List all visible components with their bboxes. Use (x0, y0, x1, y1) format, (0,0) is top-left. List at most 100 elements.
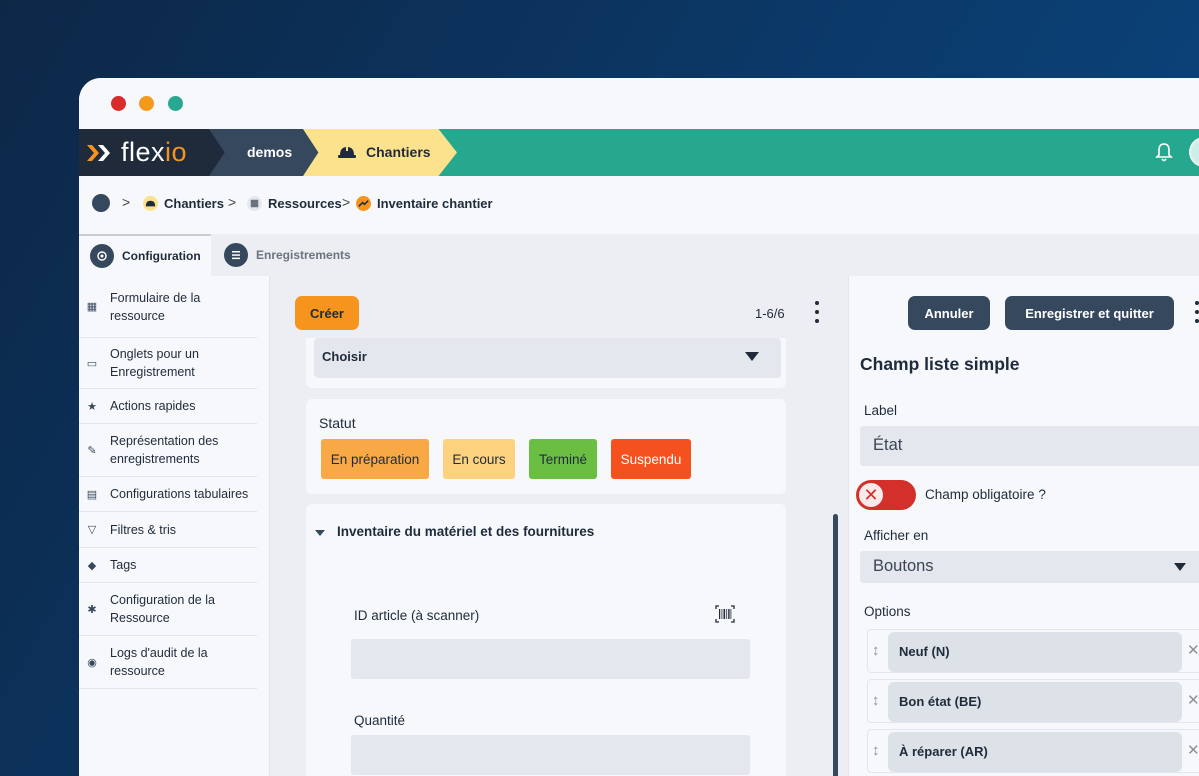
breadcrumb: > Chantiers > Ressources > Inventaire ch… (79, 176, 1199, 234)
option-row: ↕ Neuf (N) ✕ (867, 629, 1199, 673)
minimize-window-dot[interactable] (139, 96, 154, 111)
sidebar-item-filtres[interactable]: ▽ Filtres & tris (79, 512, 257, 548)
quantite-input[interactable] (351, 735, 750, 775)
sidebar-item-onglets[interactable]: ▭ Onglets pour un Enregistrement (79, 338, 257, 389)
maximize-window-dot[interactable] (168, 96, 183, 111)
display-field-label: Afficher en (864, 528, 929, 543)
statut-label: Statut (319, 415, 356, 431)
choice-select[interactable]: Choisir (314, 338, 781, 378)
cancel-button[interactable]: Annuler (908, 296, 990, 330)
logo-chevrons-icon (87, 145, 110, 161)
home-icon[interactable] (92, 194, 110, 212)
more-options-icon[interactable] (813, 301, 821, 323)
filter-icon: ▽ (87, 524, 97, 536)
breadcrumb-ressources[interactable]: Ressources (247, 196, 342, 211)
label-input-value: État (873, 436, 903, 454)
tag-icon: ◆ (87, 559, 97, 572)
sidebar-item-configuration-ressource[interactable]: ✱ Configuration de la Ressource (79, 583, 257, 636)
remove-option-icon[interactable]: ✕ (1187, 641, 1199, 659)
field-settings-panel: Annuler Enregistrer et quitter Champ lis… (848, 276, 1199, 776)
breadcrumb-separator: > (122, 194, 131, 210)
field-label-id-article: ID article (à scanner) (354, 608, 480, 623)
document-icon: ▤ (86, 488, 98, 501)
hard-hat-icon (338, 146, 356, 158)
option-row: ↕ Bon état (BE) ✕ (867, 679, 1199, 723)
bell-icon[interactable] (1154, 141, 1174, 163)
required-toggle[interactable]: ✕ (856, 480, 916, 510)
breadcrumb-separator: > (342, 194, 351, 210)
breadcrumb-chantiers[interactable]: Chantiers (143, 196, 224, 211)
select-card: Choisir (306, 338, 786, 388)
sidebar-item-tags[interactable]: ◆ Tags (79, 548, 257, 583)
remove-option-icon[interactable]: ✕ (1187, 691, 1199, 709)
flexio-logo[interactable]: flexio (79, 129, 229, 176)
option-value[interactable]: Bon état (BE) (888, 682, 1182, 722)
status-option-suspendu[interactable]: Suspendu (611, 439, 691, 479)
logo-text-accent: io (165, 137, 188, 167)
option-value[interactable]: À réparer (AR) (888, 732, 1182, 772)
table-icon: ▦ (86, 301, 98, 313)
close-icon: ✕ (857, 481, 885, 509)
pencil-icon: ✎ (87, 444, 97, 457)
sidebar-item-actions-rapides[interactable]: ★ Actions rapides (79, 389, 257, 424)
breadcrumb-inventaire[interactable]: Inventaire chantier (356, 196, 493, 211)
id-article-input[interactable] (351, 639, 750, 679)
drag-handle-icon[interactable]: ↕ (872, 642, 880, 659)
barcode-icon[interactable] (715, 605, 735, 623)
status-option-en-cours[interactable]: En cours (443, 439, 515, 479)
create-button[interactable]: Créer (295, 296, 359, 330)
option-label: Neuf (N) (899, 644, 950, 659)
sidebar-item-logs-audit[interactable]: ◉ Logs d'audit de la ressource (79, 636, 257, 689)
app-crumb[interactable]: Chantiers (303, 129, 457, 176)
app-label: Chantiers (366, 144, 431, 160)
section-title: Inventaire du matériel et des fourniture… (337, 524, 595, 539)
tab-bar: Configuration Enregistrements (79, 234, 1199, 276)
status-option-en-preparation[interactable]: En préparation (321, 439, 429, 479)
tab-enregistrements[interactable]: Enregistrements (224, 234, 351, 276)
option-value[interactable]: Neuf (N) (888, 632, 1182, 672)
sidebar-item-configurations-tabulaires[interactable]: ▤ Configurations tabulaires (79, 477, 257, 512)
field-label-quantite: Quantité (354, 713, 406, 728)
gear-icon (90, 244, 114, 268)
breadcrumb-label: Chantiers (164, 196, 224, 211)
display-mode-select[interactable]: Boutons (860, 551, 1199, 583)
hard-hat-icon (143, 196, 158, 211)
breadcrumb-label: Ressources (268, 196, 342, 211)
resources-icon (247, 196, 262, 211)
sidebar-item-label: Configurations tabulaires (110, 487, 249, 501)
tab-configuration[interactable]: Configuration (79, 234, 211, 276)
statut-card: Statut En préparation En cours Terminé S… (306, 399, 786, 494)
config-sidebar: ▦ Formulaire de la ressource ▭ Onglets p… (79, 276, 270, 776)
label-input[interactable]: État (860, 426, 1199, 466)
tab-label: Enregistrements (256, 248, 351, 262)
vertical-scrollbar[interactable] (833, 514, 838, 776)
workspace-crumb[interactable]: demos (209, 129, 321, 176)
sidebar-item-label: Tags (110, 558, 137, 572)
pagination-count: 1-6/6 (755, 306, 785, 321)
label-field-label: Label (864, 403, 898, 418)
app-window: flexio demos Chantiers > Chantiers > Res… (79, 78, 1199, 776)
drag-handle-icon[interactable]: ↕ (872, 742, 880, 759)
collapse-triangle-icon[interactable] (315, 530, 325, 536)
window-titlebar (79, 78, 1199, 129)
sidebar-item-formulaire[interactable]: ▦ Formulaire de la ressource (79, 276, 257, 338)
sidebar-item-label: Représentation des enregistrements (110, 434, 219, 466)
save-and-quit-button[interactable]: Enregistrer et quitter (1005, 296, 1174, 330)
form-builder-panel: Créer 1-6/6 Choisir Statut En préparatio… (270, 276, 848, 776)
close-window-dot[interactable] (111, 96, 126, 111)
required-toggle-label: Champ obligatoire ? (925, 487, 1046, 502)
option-label: À réparer (AR) (899, 744, 988, 759)
list-icon (224, 243, 248, 267)
sidebar-item-representation[interactable]: ✎ Représentation des enregistrements (79, 424, 257, 477)
logo-wordmark: flexio (121, 137, 187, 168)
sidebar-item-label: Logs d'audit de la ressource (110, 646, 208, 678)
star-icon: ★ (87, 400, 97, 413)
trend-icon (356, 196, 371, 211)
workspace-label: demos (247, 144, 293, 160)
drag-handle-icon[interactable]: ↕ (872, 692, 880, 709)
more-options-icon[interactable] (1193, 301, 1199, 323)
status-option-termine[interactable]: Terminé (529, 439, 597, 479)
user-avatar[interactable] (1189, 137, 1199, 167)
remove-option-icon[interactable]: ✕ (1187, 741, 1199, 759)
sidebar-item-label: Formulaire de la ressource (110, 290, 201, 323)
